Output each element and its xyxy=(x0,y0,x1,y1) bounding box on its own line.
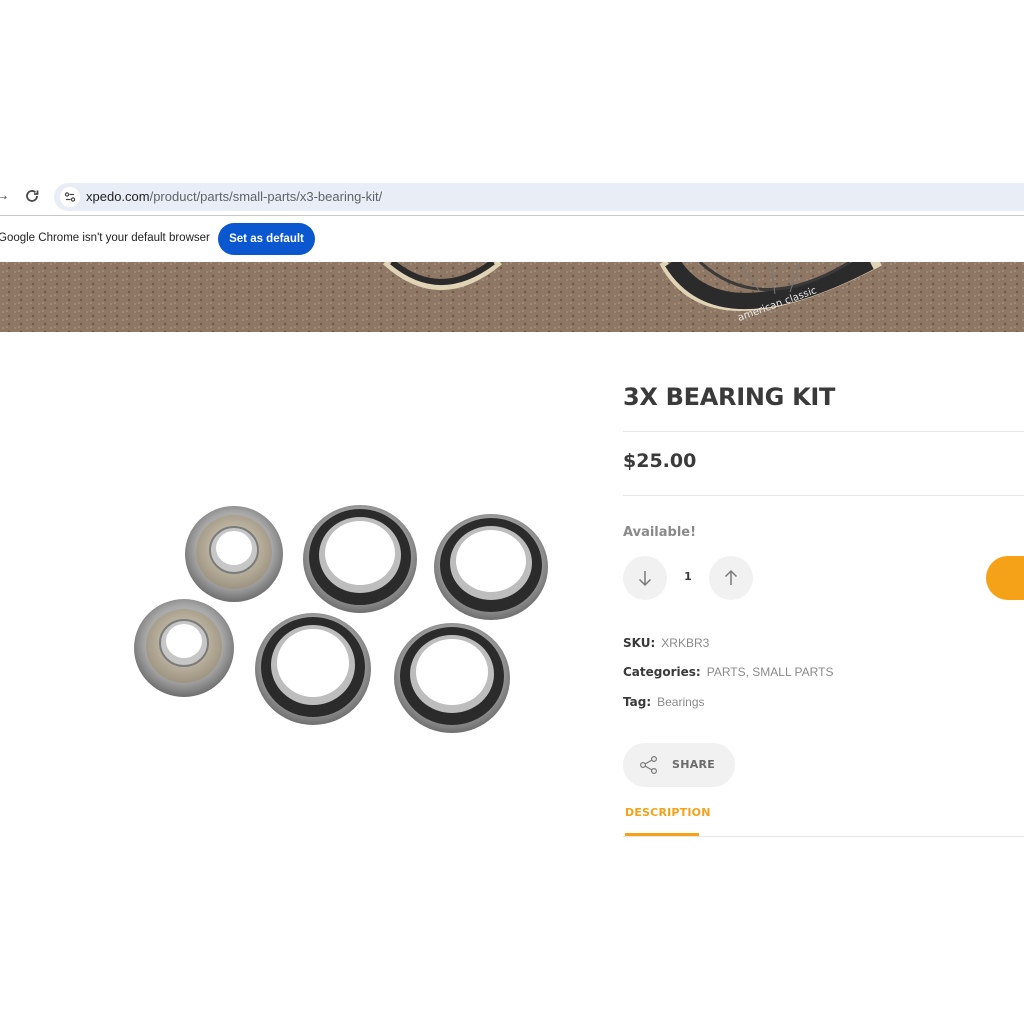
quantity-decrease-button[interactable] xyxy=(623,556,667,600)
cart-icon xyxy=(1011,556,1024,600)
price-divider xyxy=(623,495,1024,496)
share-icon xyxy=(639,755,658,775)
hero-banner-image: american classic xyxy=(0,262,1024,332)
tag-row: Tag: Bearings xyxy=(623,695,705,709)
categories-row: Categories: PARTS, SMALL PARTS xyxy=(623,665,833,679)
categories-label: Categories: xyxy=(623,665,701,679)
product-price: $25.00 xyxy=(623,450,697,472)
stock-status: Available! xyxy=(623,525,697,540)
sku-value: XRKBR3 xyxy=(661,636,710,650)
reload-icon[interactable] xyxy=(22,186,42,206)
title-divider xyxy=(623,431,1024,432)
tabs-divider xyxy=(623,836,1024,837)
tab-description[interactable]: DESCRIPTION xyxy=(625,806,711,819)
bearing-large-4 xyxy=(394,623,510,733)
product-image[interactable] xyxy=(120,490,560,740)
address-bar[interactable]: xpedo.com/product/parts/small-parts/x3-b… xyxy=(54,183,1024,211)
url-host: xpedo.com xyxy=(86,189,150,204)
site-info-icon[interactable] xyxy=(60,187,80,207)
bearing-large-2 xyxy=(434,514,548,620)
set-as-default-button[interactable]: Set as default xyxy=(218,223,315,255)
infobar-message: Google Chrome isn't your default browser xyxy=(0,232,210,244)
categories-links[interactable]: PARTS, SMALL PARTS xyxy=(707,665,834,679)
bearing-small-1 xyxy=(185,506,283,602)
quantity-increase-button[interactable] xyxy=(709,556,753,600)
arrow-down-icon xyxy=(638,571,652,587)
default-browser-infobar: Google Chrome isn't your default browser… xyxy=(0,216,1024,262)
tag-label: Tag: xyxy=(623,695,652,709)
hero-banner: american classic xyxy=(0,262,1024,332)
sku-row: SKU: XRKBR3 xyxy=(623,636,709,650)
share-button[interactable]: SHARE xyxy=(623,743,735,787)
url-path: /product/parts/small-parts/x3-bearing-ki… xyxy=(149,189,383,204)
arrow-up-icon xyxy=(724,569,738,585)
forward-arrow-icon[interactable]: → xyxy=(0,187,10,205)
share-label: SHARE xyxy=(672,758,716,771)
sku-label: SKU: xyxy=(623,636,656,650)
active-tab-indicator xyxy=(625,833,699,836)
product-title: 3X BEARING KIT xyxy=(623,383,836,411)
bearing-large-3 xyxy=(255,613,371,725)
quantity-value[interactable]: 1 xyxy=(676,570,700,583)
tag-link[interactable]: Bearings xyxy=(657,695,704,709)
url-text[interactable]: xpedo.com/product/parts/small-parts/x3-b… xyxy=(86,189,382,204)
bearing-small-2 xyxy=(134,599,234,697)
bearing-large-1 xyxy=(303,505,417,613)
browser-toolbar: → xpedo.com/product/parts/small-parts/x3… xyxy=(0,180,1024,212)
add-to-cart-button[interactable] xyxy=(986,556,1024,600)
